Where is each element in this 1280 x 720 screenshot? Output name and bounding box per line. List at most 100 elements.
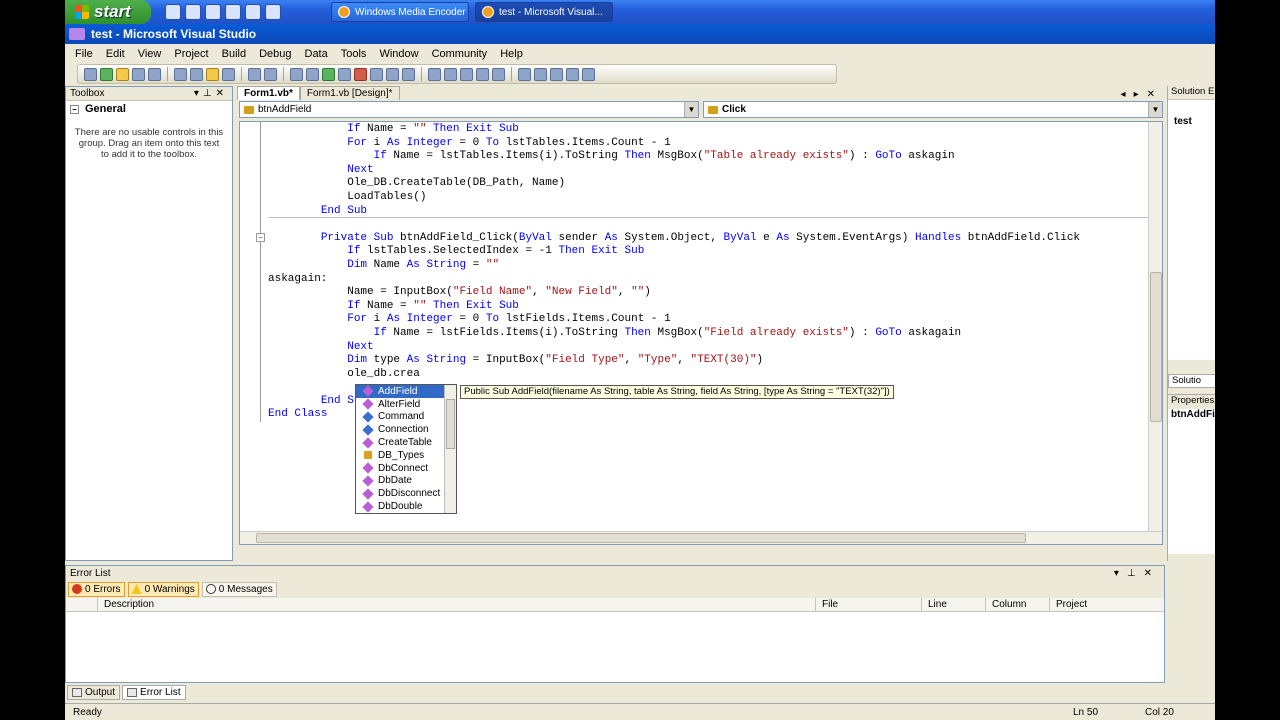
step-over-icon[interactable] [386,67,399,81]
dropdown-icon[interactable]: ▾ [194,88,203,99]
paste-icon[interactable] [206,67,219,81]
open-file-icon[interactable] [116,67,129,81]
app-icon[interactable] [245,4,261,20]
scroll-thumb[interactable] [446,399,455,449]
program-icon[interactable] [265,4,281,20]
scroll-thumb[interactable] [256,533,1026,543]
redo-icon[interactable] [306,67,319,81]
comment-icon[interactable] [248,67,261,81]
completion-item[interactable]: CreateTable [356,436,456,449]
menu-build[interactable]: Build [222,48,246,60]
code-text[interactable]: If Name = "" Then Exit Sub For i As Inte… [268,123,1080,422]
completion-item[interactable]: AlterField [356,398,456,411]
menu-debug[interactable]: Debug [259,48,291,60]
menu-tools[interactable]: Tools [341,48,367,60]
scroll-thumb[interactable] [1150,272,1162,422]
properties-window-icon[interactable] [444,67,457,81]
explorer-icon[interactable] [225,4,241,20]
menu-edit[interactable]: Edit [106,48,125,60]
completion-item[interactable]: DbDouble [356,500,456,513]
toolbox-group-general[interactable]: − General [66,101,232,117]
save-icon[interactable] [132,67,145,81]
window-titlebar[interactable]: test - Microsoft Visual Studio [65,24,1215,44]
uncomment-icon[interactable] [264,67,277,81]
close-icon[interactable]: ✕ [216,88,228,99]
completion-item[interactable]: DbConnect [356,462,456,475]
close-icon[interactable]: ✕ [1144,568,1160,579]
dropdown-icon[interactable]: ▾ [1114,568,1127,579]
save-all-icon[interactable] [148,67,161,81]
class-name-dropdown[interactable]: btnAddField ▼ [239,101,699,118]
tab-output[interactable]: Output [67,684,121,700]
code-line[interactable]: Next [268,341,1080,355]
completion-item[interactable]: DbDisconnect [356,487,456,500]
code-line[interactable]: Next [268,164,1080,178]
completion-scrollbar[interactable] [444,385,456,513]
completion-item[interactable]: Connection [356,423,456,436]
intellisense-list[interactable]: AddField AlterField Command Connection C… [355,384,457,514]
code-line[interactable]: If Name = lstFields.Items(i).ToString Th… [268,327,1080,341]
code-line[interactable]: If Name = "" Then Exit Sub [268,300,1080,314]
scroll-left-icon[interactable]: ◂ [1121,89,1134,100]
solution-tree[interactable]: test [1168,100,1215,360]
code-line[interactable]: Dim type As String = InputBox("Field Typ… [268,354,1080,368]
code-line[interactable]: Ole_DB.CreateTable(DB_Path, Name) [268,177,1080,191]
step-out-icon[interactable] [402,67,415,81]
menu-file[interactable]: File [75,48,93,60]
start-page-icon[interactable] [492,67,505,81]
collapse-icon[interactable]: − [70,104,79,114]
find-icon[interactable] [222,67,235,81]
pin-icon[interactable]: ⊥ [203,88,216,99]
media-player-icon[interactable] [205,4,221,20]
step-into-icon[interactable] [370,67,383,81]
completion-item[interactable]: AddField [356,385,456,398]
show-desktop-icon[interactable] [165,4,181,20]
solution-explorer-icon[interactable] [428,67,441,81]
column-description[interactable]: Description [98,598,816,611]
properties-object[interactable]: btnAddFi [1168,409,1215,420]
menu-data[interactable]: Data [305,48,328,60]
code-line[interactable]: If Name = lstTables.Items(i).ToString Th… [268,150,1080,164]
prev-bookmark-icon[interactable] [566,67,579,81]
pin-icon[interactable]: ⊥ [1127,568,1144,579]
collapse-region-icon[interactable]: − [256,233,265,242]
undo-icon[interactable] [290,67,303,81]
copy-icon[interactable] [190,67,203,81]
code-line[interactable]: askagain: [268,273,1080,287]
pause-icon[interactable] [338,67,351,81]
scroll-right-icon[interactable]: ▸ [1134,89,1147,100]
close-document-icon[interactable]: ✕ [1147,89,1163,100]
taskbar-item-visual-studio[interactable]: test - Microsoft Visual... [475,2,613,22]
code-line[interactable]: Private Sub btnAddField_Click(ByVal send… [268,232,1080,246]
menu-community[interactable]: Community [432,48,488,60]
tree-item-project[interactable]: test [1174,116,1192,127]
method-name-dropdown[interactable]: Click ▼ [703,101,1163,118]
chevron-down-icon[interactable]: ▼ [1148,102,1162,117]
warnings-filter-button[interactable]: 0 Warnings [127,581,199,597]
code-line[interactable] [268,218,1080,232]
code-line[interactable]: LoadTables() [268,191,1080,205]
next-bookmark-icon[interactable] [582,67,595,81]
start-debugging-icon[interactable] [322,67,335,81]
start-button[interactable]: start [65,0,151,24]
menu-help[interactable]: Help [500,48,523,60]
tab-solution-explorer[interactable]: Solutio [1168,374,1215,388]
toolbox-icon[interactable] [476,67,489,81]
tab-form1-code[interactable]: Form1.vb* [237,86,300,100]
column-column[interactable]: Column [986,598,1050,611]
completion-item[interactable]: DB_Types [356,449,456,462]
menu-window[interactable]: Window [379,48,418,60]
column-project[interactable]: Project [1050,598,1164,611]
vertical-scrollbar[interactable] [1148,122,1162,532]
code-line[interactable]: Name = InputBox("Field Name", "New Field… [268,286,1080,300]
bookmark-icon[interactable] [550,67,563,81]
code-line[interactable]: ole_db.crea [268,368,1080,382]
tab-error-list[interactable]: Error List [122,684,186,700]
stop-icon[interactable] [354,67,367,81]
object-browser-icon[interactable] [460,67,473,81]
code-line[interactable]: For i As Integer = 0 To lstFields.Items.… [268,313,1080,327]
indent-icon[interactable] [518,67,531,81]
taskbar-item-media-encoder[interactable]: Windows Media Encoder [331,2,469,22]
menu-view[interactable]: View [138,48,162,60]
code-line[interactable]: Dim Name As String = "" [268,259,1080,273]
